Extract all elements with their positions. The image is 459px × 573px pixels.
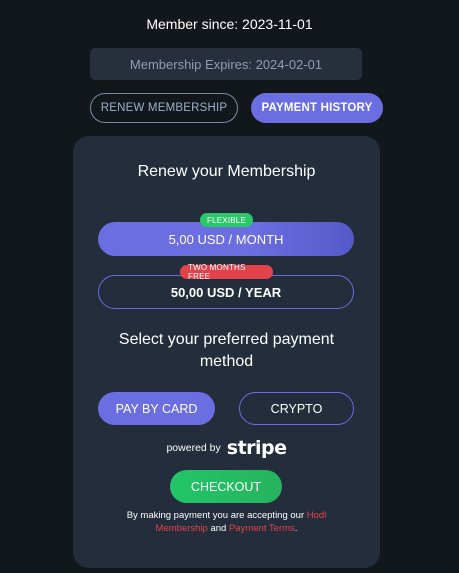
- plan-yearly-price: 50,00 USD: [170, 284, 235, 300]
- powered-by-text: powered by: [166, 442, 221, 454]
- membership-expires-text: Membership Expires: 2024-02-01: [129, 56, 323, 72]
- pay-by-card-label: PAY BY CARD: [115, 401, 198, 416]
- tab-payment-history[interactable]: PAYMENT HISTORY: [251, 93, 383, 123]
- renew-card: Renew your Membership 5,00 USD / MONTH F…: [73, 136, 380, 568]
- tab-payment-history-label: PAYMENT HISTORY: [261, 102, 373, 114]
- flexible-badge: FLEXIBLE: [200, 213, 253, 227]
- crypto-button[interactable]: CRYPTO: [239, 392, 354, 425]
- membership-expires-banner: Membership Expires: 2024-02-01: [90, 48, 362, 80]
- plan-yearly-period: / YEAR: [234, 284, 282, 300]
- member-since-text: Member since: 2023-11-01: [146, 16, 313, 32]
- terms-middle: and: [207, 523, 229, 534]
- plan-monthly-price: 5,00 USD: [168, 231, 225, 247]
- two-months-free-badge: TWO MONTHS FREE: [180, 263, 273, 281]
- card-title: Renew your Membership: [137, 163, 316, 180]
- checkout-button[interactable]: CHECKOUT: [170, 470, 282, 503]
- tab-renew-membership-label: RENEW MEMBERSHIP: [100, 102, 228, 114]
- terms-prefix: By making payment you are accepting our: [126, 510, 307, 521]
- pay-by-card-button[interactable]: PAY BY CARD: [98, 392, 215, 425]
- terms-suffix: .: [294, 523, 298, 534]
- membership-tabs: RENEW MEMBERSHIP PAYMENT HISTORY: [0, 93, 459, 123]
- tab-renew-membership[interactable]: RENEW MEMBERSHIP: [90, 93, 238, 123]
- plan-monthly-period: / MONTH: [224, 231, 284, 247]
- checkout-label: CHECKOUT: [190, 479, 262, 494]
- payment-method-title: Select your preferred payment method: [118, 331, 335, 370]
- crypto-label: CRYPTO: [270, 401, 323, 416]
- plan-monthly-option[interactable]: 5,00 USD / MONTH: [98, 222, 354, 256]
- stripe-logo: stripe: [226, 437, 287, 459]
- terms-text: By making payment you are accepting our …: [103, 509, 350, 535]
- powered-by-stripe: powered by stripe: [73, 436, 380, 460]
- payment-terms-link[interactable]: Payment Terms: [229, 523, 295, 534]
- membership-page: Member since: 2023-11-01 Membership Expi…: [0, 0, 459, 573]
